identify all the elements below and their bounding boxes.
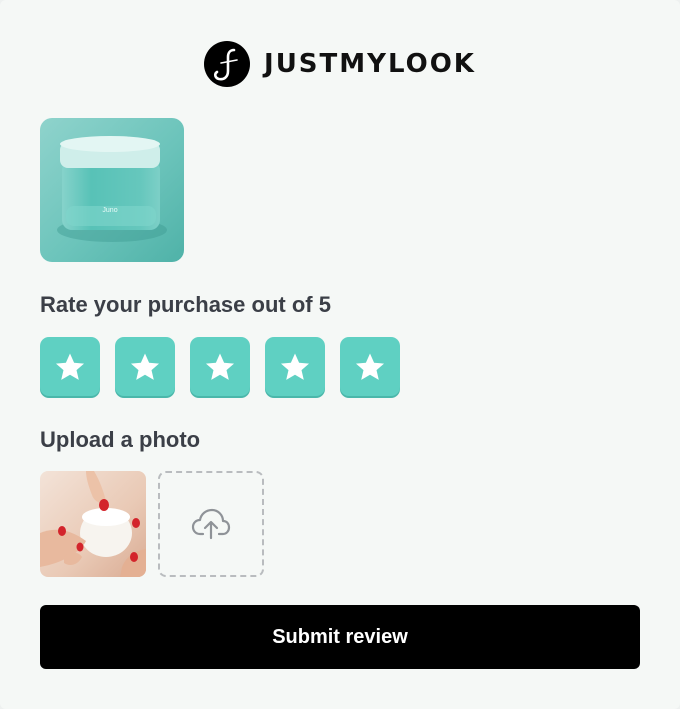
star-button-2[interactable] (115, 337, 175, 396)
product-image: Juno (40, 118, 184, 262)
star-icon (280, 353, 310, 380)
star-icon (55, 353, 85, 380)
upload-label: Upload a photo (40, 427, 201, 452)
star-button-4[interactable] (265, 337, 325, 396)
jar-label: Juno (102, 207, 117, 214)
signature-j-logo-icon (204, 41, 251, 87)
uploaded-photo-thumbnail[interactable] (40, 471, 146, 577)
star-icon (205, 353, 235, 380)
rating-label: Rate your purchase out of 5 (40, 292, 331, 317)
cloud-upload-icon (191, 508, 231, 540)
star-icon (130, 353, 160, 380)
upload-photo-button[interactable] (158, 471, 264, 577)
brand-name: JUSTMYLOOK (264, 49, 476, 79)
header: JUSTMYLOOK (0, 40, 680, 88)
star-rating (40, 337, 400, 396)
submit-review-button[interactable]: Submit review (40, 605, 640, 669)
star-button-3[interactable] (190, 337, 250, 396)
star-icon (355, 353, 385, 380)
star-button-5[interactable] (340, 337, 400, 396)
star-button-1[interactable] (40, 337, 100, 396)
review-card: JUSTMYLOOK Juno Rate your purchase out o… (0, 0, 680, 709)
